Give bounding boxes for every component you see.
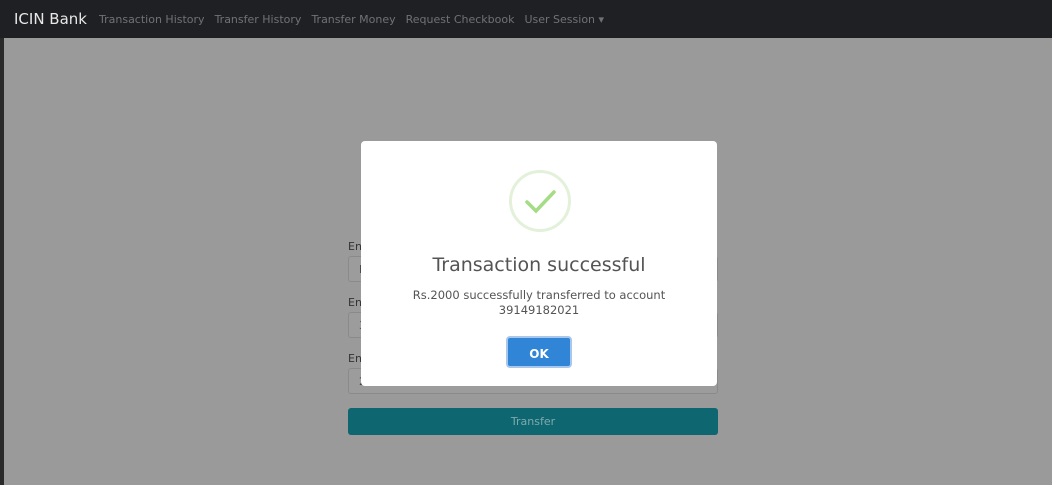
navbar: ICIN Bank Transaction History Transfer H…: [0, 0, 1052, 38]
success-modal: Transaction successful Rs.2000 successfu…: [361, 141, 717, 386]
transfer-button[interactable]: Transfer: [348, 408, 718, 435]
brand-logo[interactable]: ICIN Bank: [14, 10, 87, 28]
nav-transfer-money[interactable]: Transfer Money: [311, 13, 395, 26]
modal-message: Rs.2000 successfully transferred to acco…: [361, 288, 717, 318]
nav-transfer-history[interactable]: Transfer History: [215, 13, 302, 26]
modal-title: Transaction successful: [432, 254, 646, 276]
message-line: Rs.2000 successfully transferred to acco…: [412, 288, 666, 302]
nav-transaction-history[interactable]: Transaction History: [99, 13, 205, 26]
page-edge: [0, 38, 4, 485]
ok-button[interactable]: OK: [506, 336, 572, 368]
nav-user-session-dropdown[interactable]: User Session ▾: [524, 13, 604, 26]
nav-request-checkbook[interactable]: Request Checkbook: [406, 13, 515, 26]
account-number: 39149182021: [498, 303, 580, 317]
success-check-icon: [509, 170, 571, 232]
